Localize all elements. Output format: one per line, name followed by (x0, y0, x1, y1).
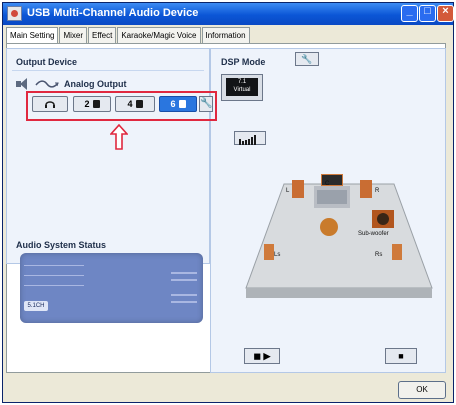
status-line (24, 275, 84, 276)
output-divider (12, 70, 204, 71)
label-left-surround: Ls (274, 252, 280, 258)
label-center: C (325, 181, 330, 187)
close-button[interactable] (437, 5, 454, 22)
output-6ch-button[interactable]: 6 (159, 96, 197, 112)
stop-icon: ■ (398, 351, 404, 361)
audio-status-display (20, 253, 203, 323)
tab-strip: Main Setting Mixer Effect Karaoke/Magic … (6, 27, 251, 43)
label-right-surround: Rs (375, 252, 382, 258)
channel-chip: 5.1CH (24, 301, 48, 311)
status-line (171, 279, 197, 281)
volume-bars-icon (239, 135, 256, 145)
wrench-icon: 🔧 (301, 54, 313, 64)
status-line (171, 294, 197, 296)
analog-output-row: Analog Output (16, 78, 127, 90)
dsp-mode-title: DSP Mode (221, 57, 266, 67)
output-2ch-button[interactable]: 2 (73, 96, 111, 112)
maximize-button[interactable] (419, 5, 436, 22)
audio-status-title: Audio System Status (16, 240, 107, 250)
output-device-title: Output Device (16, 57, 78, 67)
output-4ch-label: 4 (127, 99, 133, 109)
window-title: USB Multi-Channel Audio Device (27, 7, 199, 19)
headphones-icon (45, 101, 55, 108)
speaker-room-diagram: C L R Sub-woofer Ls Rs (245, 174, 433, 298)
play-test-button[interactable]: ◼ ▶ (244, 348, 280, 364)
status-line (24, 285, 84, 286)
dsp-settings-button[interactable]: 🔧 (295, 52, 319, 66)
label-subwoofer: Sub-woofer (358, 231, 389, 237)
tab-mixer[interactable]: Mixer (59, 27, 88, 43)
analog-wave-icon (35, 80, 59, 88)
analog-output-label: Analog Output (64, 79, 127, 89)
title-bar[interactable]: USB Multi-Channel Audio Device (3, 3, 454, 25)
speaker-icon (178, 100, 186, 108)
output-2ch-label: 2 (84, 99, 90, 109)
stop-test-button[interactable]: ■ (385, 348, 417, 364)
output-settings-button[interactable]: 🔧 (199, 96, 213, 112)
status-line (171, 301, 197, 303)
dsp-mode-box[interactable]: 7.1 Virtual (221, 74, 263, 101)
speaker-icon (92, 100, 100, 108)
output-4ch-button[interactable]: 4 (115, 96, 155, 112)
tab-information[interactable]: Information (201, 27, 250, 43)
wrench-icon: 🔧 (200, 98, 213, 109)
dsp-mode-display: 7.1 Virtual (226, 78, 258, 96)
status-line (24, 265, 84, 266)
minimize-button[interactable] (401, 5, 418, 22)
speaker-icon (16, 78, 30, 90)
status-line (171, 272, 197, 274)
tab-karaoke[interactable]: Karaoke/Magic Voice (117, 27, 201, 43)
app-icon (7, 6, 22, 21)
output-6ch-label: 6 (170, 99, 176, 109)
up-arrow-icon (110, 124, 128, 150)
label-right: R (375, 188, 380, 194)
dsp-mode-line1: 7.1 (237, 79, 247, 85)
volume-test-button[interactable] (234, 131, 266, 145)
dsp-mode-line2: Virtual (233, 87, 251, 93)
tab-main-setting[interactable]: Main Setting (6, 27, 59, 43)
ok-button[interactable]: OK (398, 381, 446, 399)
play-test-icon: ◼ ▶ (253, 350, 271, 361)
headphones-button[interactable] (32, 96, 68, 112)
tab-effect[interactable]: Effect (88, 27, 117, 43)
speaker-icon (135, 100, 143, 108)
